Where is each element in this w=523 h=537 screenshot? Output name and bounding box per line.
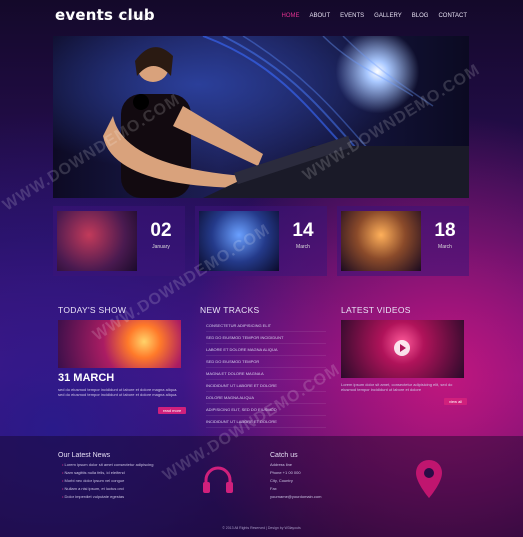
catch-us-title: Catch us: [270, 452, 298, 459]
event-month: March: [438, 244, 452, 250]
nav-events[interactable]: EVENTS: [340, 13, 364, 19]
nav-gallery[interactable]: GALLERY: [374, 13, 402, 19]
track-item[interactable]: sed do eiusmod tempor incididunt: [206, 332, 326, 344]
contact-email[interactable]: yourname@yourdomain.com: [270, 493, 321, 501]
nav-blog[interactable]: BLOG: [412, 13, 429, 19]
nav-home[interactable]: HOME: [281, 13, 299, 19]
news-item[interactable]: Dolor imperdiet vulputate egestas: [62, 493, 153, 501]
event-day: 14: [292, 220, 314, 241]
latest-news-title: Our Latest News: [58, 452, 111, 459]
todays-show-text: sed do eiusmod tempor incididunt ut labo…: [58, 387, 178, 397]
play-icon[interactable]: [394, 340, 410, 356]
track-item[interactable]: sed do eiusmod tempor: [206, 356, 326, 368]
event-day: 02: [150, 220, 172, 241]
contact-item: Address line: [270, 462, 293, 467]
event-thumbnail: [57, 211, 137, 271]
site-header: events club events club HOME ABOUT EVENT…: [0, 0, 523, 34]
logo-reflection: events club: [55, 12, 153, 22]
headphones-icon: [203, 466, 233, 493]
latest-videos-text: Lorem ipsum dolor sit amet, consectetur …: [341, 382, 453, 392]
news-item[interactable]: Nullam a nisi ipsum, et luctus orci: [62, 485, 153, 493]
contact-item: City, Country: [270, 478, 293, 483]
contact-item: Fax: [270, 486, 277, 491]
main-nav: HOME ABOUT EVENTS GALLERY BLOG CONTACT: [281, 13, 467, 19]
track-item[interactable]: labore et dolore magna aliqua: [206, 344, 326, 356]
event-card-1[interactable]: 02 January: [53, 206, 185, 276]
map-pin-icon: [416, 460, 442, 498]
nav-contact[interactable]: CONTACT: [438, 13, 467, 19]
new-tracks-title: NEW TRACKS: [200, 305, 260, 315]
latest-videos-title: LATEST VIDEOS: [341, 305, 411, 315]
read-more-button[interactable]: read more: [158, 407, 187, 414]
event-card-3[interactable]: 18 March: [337, 206, 469, 276]
news-item[interactable]: Morbi nec dolor ipsum vel congue: [62, 477, 153, 485]
event-thumbnail: [341, 211, 421, 271]
event-month: January: [152, 244, 170, 250]
view-all-button[interactable]: view all: [444, 398, 468, 405]
nav-about[interactable]: ABOUT: [309, 13, 330, 19]
contact-item: Phone +1 00 000: [270, 470, 301, 475]
event-day: 18: [434, 220, 456, 241]
news-item[interactable]: Nam sagittis nulla felis, id eleifend: [62, 469, 153, 477]
latest-news-list: Lorem ipsum dolor sit amet consectetur a…: [62, 461, 154, 501]
news-item[interactable]: Lorem ipsum dolor sit amet consectetur a…: [62, 461, 154, 469]
contact-list: Address line Phone +1 00 000 City, Count…: [270, 461, 321, 501]
todays-show-date: 31 MARCH: [58, 372, 115, 384]
copyright-text: © 2013 All Rights Reserved | Design by W…: [222, 526, 301, 530]
event-month: March: [296, 244, 310, 250]
track-item[interactable]: consectetur adipisicing elit: [206, 320, 326, 332]
